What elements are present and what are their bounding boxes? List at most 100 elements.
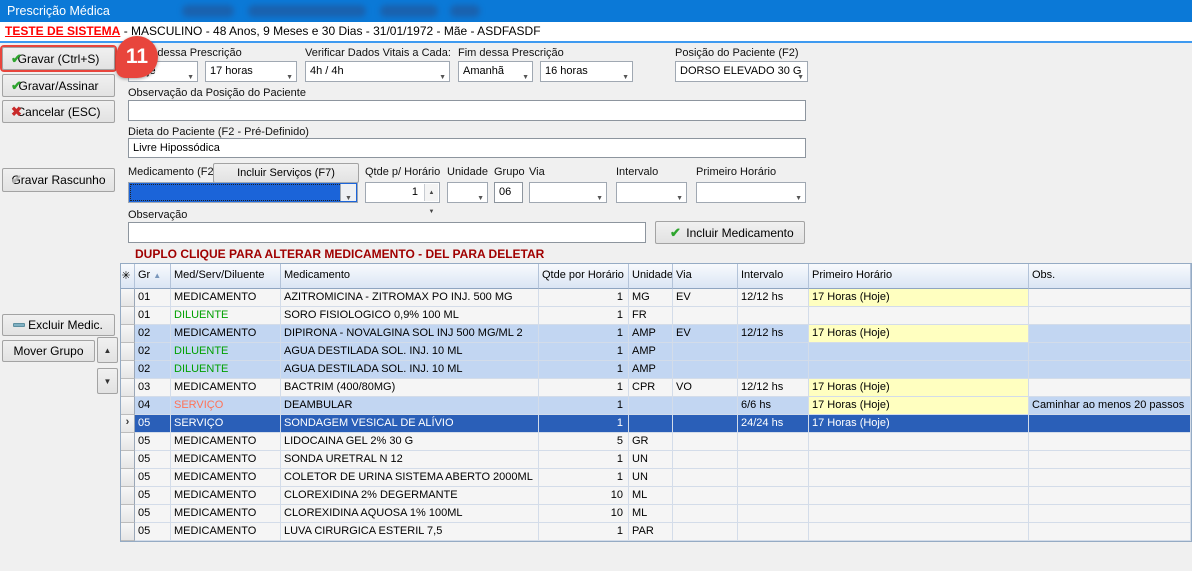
cell-medication: CLOREXIDINA AQUOSA 1% 100ML	[281, 505, 539, 523]
cell-quantity: 10	[539, 505, 629, 523]
check-icon: ✔	[11, 78, 22, 94]
table-row[interactable]: ›05SERVIÇOSONDAGEM VESICAL DE ALÍVIO124/…	[121, 415, 1191, 433]
save-button[interactable]: ✔ Gravar (Ctrl+S)	[2, 47, 115, 70]
cell-interval	[738, 343, 809, 361]
table-row[interactable]: 04SERVIÇODEAMBULAR16/6 hs17 Horas (Hoje)…	[121, 397, 1191, 415]
cell-unit: MG	[629, 289, 673, 307]
cell-type: MEDICAMENTO	[171, 289, 281, 307]
cell-quantity: 1	[539, 415, 629, 433]
cell-obs	[1029, 469, 1191, 487]
cancel-button[interactable]: ✖ Cancelar (ESC)	[2, 100, 115, 123]
cell-medication: AGUA DESTILADA SOL. INJ. 10 ML	[281, 343, 539, 361]
row-selector	[121, 397, 135, 415]
move-group-down-button[interactable]: ▼	[97, 368, 118, 394]
column-header-via[interactable]: Via	[673, 264, 738, 289]
move-group-button[interactable]: Mover Grupo	[2, 340, 95, 362]
cell-type: MEDICAMENTO	[171, 433, 281, 451]
table-row[interactable]: 05MEDICAMENTOLIDOCAINA GEL 2% 30 G5GR	[121, 433, 1191, 451]
chevron-down-icon: ▼	[522, 68, 529, 82]
quantity-stepper[interactable]: 1 ▲ ▼	[365, 182, 440, 203]
cell-unit: UN	[629, 451, 673, 469]
move-group-up-button[interactable]: ▲	[97, 337, 118, 363]
unit-select[interactable]: ▼	[447, 182, 488, 203]
end-day-select[interactable]: Amanhã ▼	[458, 61, 533, 82]
column-header-gr[interactable]: Gr▲	[135, 264, 171, 289]
column-header-med-serv-diluente[interactable]: Med/Serv/Diluente	[171, 264, 281, 289]
patient-test-label: TESTE DE SISTEMA	[5, 24, 120, 38]
table-row[interactable]: 03MEDICAMENTOBACTRIM (400/80MG)1CPRVO12/…	[121, 379, 1191, 397]
table-row[interactable]: 01MEDICAMENTOAZITROMICINA - ZITROMAX PO …	[121, 289, 1191, 307]
include-services-button[interactable]: Incluir Serviços (F7)	[213, 163, 359, 183]
table-row[interactable]: 05MEDICAMENTOLUVA CIRURGICA ESTERIL 7,51…	[121, 523, 1191, 541]
cell-first-time	[809, 469, 1029, 487]
column-header-medicamento[interactable]: Medicamento	[281, 264, 539, 289]
up-arrow-icon: ▲	[104, 346, 112, 355]
interval-label: Intervalo	[616, 166, 658, 178]
column-header-primeiro-hor-rio[interactable]: Primeiro Horário	[809, 264, 1029, 289]
cell-quantity: 1	[539, 379, 629, 397]
table-row[interactable]: 05MEDICAMENTOCLOREXIDINA 2% DEGERMANTE10…	[121, 487, 1191, 505]
column-header-qtde-por-hor-rio[interactable]: Qtde por Horário	[539, 264, 629, 289]
cell-first-time: 17 Horas (Hoje)	[809, 289, 1029, 307]
cell-via	[673, 523, 738, 541]
end-prescription-label: Fim dessa Prescrição	[458, 47, 564, 59]
cell-interval	[738, 487, 809, 505]
redacted-text	[450, 5, 480, 17]
column-header-obs[interactable]: Obs.	[1029, 264, 1191, 289]
cell-type: DILUENTE	[171, 307, 281, 325]
table-row[interactable]: 01DILUENTESORO FISIOLOGICO 0,9% 100 ML1F…	[121, 307, 1191, 325]
save-draft-button-label: Gravar Rascunho	[11, 173, 105, 187]
cell-quantity: 1	[539, 289, 629, 307]
patient-position-select[interactable]: DORSO ELEVADO 30 G ▼	[675, 61, 808, 82]
cell-interval: 12/12 hs	[738, 325, 809, 343]
column-header-unidade[interactable]: Unidade	[629, 264, 673, 289]
vitals-interval-select[interactable]: 4h / 4h ▼	[305, 61, 450, 82]
medication-grid: ✳ Gr▲Med/Serv/DiluenteMedicamentoQtde po…	[120, 263, 1192, 542]
end-time-select[interactable]: 16 horas ▼	[540, 61, 633, 82]
first-time-select[interactable]: ▼	[696, 182, 806, 203]
table-row[interactable]: 02MEDICAMENTODIPIRONA - NOVALGINA SOL IN…	[121, 325, 1191, 343]
grid-body: 01MEDICAMENTOAZITROMICINA - ZITROMAX PO …	[121, 289, 1191, 541]
cell-type: SERVIÇO	[171, 397, 281, 415]
interval-select[interactable]: ▼	[616, 182, 687, 203]
cell-unit: ML	[629, 505, 673, 523]
medication-select[interactable]: ▼	[128, 182, 358, 203]
cell-type: MEDICAMENTO	[171, 451, 281, 469]
window-title: Prescrição Médica	[7, 4, 110, 18]
table-row[interactable]: 05MEDICAMENTOCOLETOR DE URINA SISTEMA AB…	[121, 469, 1191, 487]
row-selector	[121, 469, 135, 487]
start-time-select[interactable]: 17 horas ▼	[205, 61, 297, 82]
via-select[interactable]: ▼	[529, 182, 607, 203]
chevron-down-icon: ▼	[622, 68, 629, 82]
cell-quantity: 1	[539, 343, 629, 361]
grid-options-icon[interactable]: ✳	[121, 264, 135, 289]
cell-medication: CLOREXIDINA 2% DEGERMANTE	[281, 487, 539, 505]
cell-group: 02	[135, 343, 171, 361]
position-observation-input[interactable]	[128, 100, 806, 121]
cell-first-time	[809, 505, 1029, 523]
stepper-arrows[interactable]: ▲ ▼	[424, 184, 438, 201]
diet-input[interactable]: Livre Hipossódica	[128, 138, 806, 158]
observation-input[interactable]	[128, 222, 646, 243]
vitals-check-label: Verificar Dados Vitais a Cada:	[305, 47, 451, 59]
column-header-intervalo[interactable]: Intervalo	[738, 264, 809, 289]
cell-interval	[738, 469, 809, 487]
row-selector	[121, 361, 135, 379]
group-input[interactable]: 06	[494, 182, 523, 203]
table-row[interactable]: 02DILUENTEAGUA DESTILADA SOL. INJ. 10 ML…	[121, 343, 1191, 361]
cell-medication: AZITROMICINA - ZITROMAX PO INJ. 500 MG	[281, 289, 539, 307]
save-draft-button[interactable]: ✔ Gravar Rascunho	[2, 168, 115, 192]
cell-unit: PAR	[629, 523, 673, 541]
save-sign-button[interactable]: ✔ Gravar/Assinar	[2, 74, 115, 97]
table-row[interactable]: 05MEDICAMENTOCLOREXIDINA AQUOSA 1% 100ML…	[121, 505, 1191, 523]
include-medication-button[interactable]: ✔ Incluir Medicamento	[655, 221, 805, 244]
cell-via	[673, 415, 738, 433]
group-value: 06	[499, 186, 511, 198]
cancel-button-label: Cancelar (ESC)	[16, 105, 100, 119]
table-row[interactable]: 05MEDICAMENTOSONDA URETRAL N 121UN	[121, 451, 1191, 469]
check-icon: ✔	[11, 51, 22, 67]
diet-value: Livre Hipossódica	[133, 142, 220, 154]
chevron-down-icon[interactable]: ▼	[340, 184, 356, 201]
table-row[interactable]: 02DILUENTEAGUA DESTILADA SOL. INJ. 10 ML…	[121, 361, 1191, 379]
delete-medication-button[interactable]: Excluir Medic.	[2, 314, 115, 336]
